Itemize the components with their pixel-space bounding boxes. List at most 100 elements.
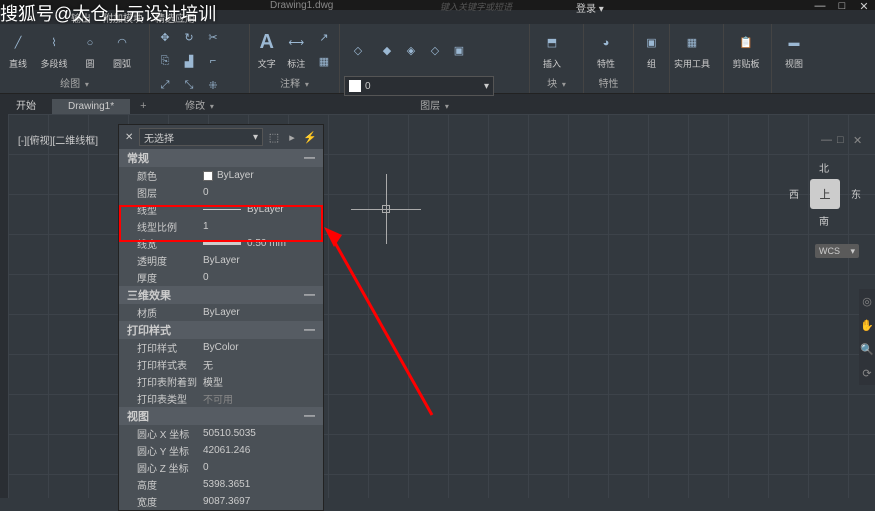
section-3d[interactable]: 三维效果— xyxy=(119,286,323,304)
tool-polyline[interactable]: ⌇多段线 xyxy=(36,26,72,74)
polyline-icon: ⌇ xyxy=(42,31,66,55)
stretch-icon[interactable]: ⤢ xyxy=(154,74,176,96)
prop-material[interactable]: 材质ByLayer xyxy=(119,304,323,321)
document-title: Drawing1.dwg xyxy=(270,0,333,11)
viewcube-west[interactable]: 西 xyxy=(789,186,799,201)
tool-arc[interactable]: ◠圆弧 xyxy=(108,26,136,74)
tool-group[interactable]: ▣组 xyxy=(638,26,665,74)
zoom-icon[interactable]: 🔍 xyxy=(859,337,875,361)
ribbon: ╱直线 ⌇多段线 ○圆 ◠圆弧 绘图 ▾ ✥ ↻ ✂ ⎘ ▟ ⌐ ⤢ ⤡ ⁜ 修… xyxy=(0,24,875,94)
navigation-bar: ◎ ✋ 🔍 ⟳ xyxy=(859,289,875,385)
layer-icon-3[interactable]: ◇ xyxy=(424,39,446,61)
viewport-label[interactable]: [-][俯视][二维线框] xyxy=(18,132,98,147)
move-icon[interactable]: ✥ xyxy=(154,26,176,48)
close-button[interactable]: ✕ xyxy=(853,0,875,12)
tool-utilities[interactable]: ▦实用工具 xyxy=(674,26,710,74)
prop-centerx[interactable]: 圆心 X 坐标50510.5035 xyxy=(119,425,323,442)
dimension-icon: ⟷ xyxy=(284,31,308,55)
viewcube[interactable]: 北 南 西 东 上 xyxy=(795,164,855,224)
prop-width[interactable]: 宽度9087.3697 xyxy=(119,493,323,510)
viewport-controls: — □ ✕ xyxy=(821,134,865,146)
search-hint[interactable]: 键入关键字或短语 xyxy=(440,0,512,13)
leader-icon[interactable]: ↗ xyxy=(313,26,335,48)
layer-combo[interactable]: 0 ▾ xyxy=(344,76,494,96)
circle-icon: ○ xyxy=(78,31,102,55)
tool-dimension[interactable]: ⟷标注 xyxy=(284,26,310,74)
viewcube-top[interactable]: 上 xyxy=(810,179,840,209)
line-icon: ╱ xyxy=(6,31,30,55)
palette-strip[interactable] xyxy=(0,114,8,498)
layer-props-icon: ◇ xyxy=(346,38,370,62)
watermark-text: 搜狐号@太仓上元设计培训 xyxy=(0,0,216,26)
tab-drawing[interactable]: Drawing1* xyxy=(52,99,130,114)
prop-centery[interactable]: 圆心 Y 坐标42061.246 xyxy=(119,442,323,459)
array-icon[interactable]: ⁜ xyxy=(202,74,224,96)
tool-line[interactable]: ╱直线 xyxy=(4,26,32,74)
tool-circle[interactable]: ○圆 xyxy=(76,26,104,74)
prop-color[interactable]: 颜色ByLayer xyxy=(119,167,323,184)
prop-thickness[interactable]: 厚度0 xyxy=(119,269,323,286)
close-viewport-icon[interactable]: ✕ xyxy=(853,134,865,146)
section-general[interactable]: 常规— xyxy=(119,149,323,167)
minimize-viewport-icon[interactable]: — xyxy=(821,134,833,146)
prop-lineweight[interactable]: 线宽0.50 mm xyxy=(119,235,323,252)
properties-palette: ✕ 无选择▾ ⬚ ▸ ⚡ 常规— 颜色ByLayer 图层0 线型ByLayer… xyxy=(118,124,324,511)
clipboard-icon: 📋 xyxy=(734,31,758,55)
prop-plottable[interactable]: 打印样式表无 xyxy=(119,356,323,373)
selection-combo[interactable]: 无选择▾ xyxy=(139,128,263,146)
arc-icon: ◠ xyxy=(110,31,134,55)
table-icon[interactable]: ▦ xyxy=(313,50,335,72)
viewcube-north[interactable]: 北 xyxy=(819,160,829,175)
properties-icon: ◕ xyxy=(594,31,618,55)
palette-close-icon[interactable]: ✕ xyxy=(125,132,135,143)
palette-select-icon[interactable]: ▸ xyxy=(285,130,299,144)
scale-icon[interactable]: ⤡ xyxy=(178,74,200,96)
minimize-button[interactable]: — xyxy=(809,0,831,12)
orbit-icon[interactable]: ⟳ xyxy=(859,361,875,385)
copy-icon[interactable]: ⎘ xyxy=(154,50,176,72)
nav-wheel-icon[interactable]: ◎ xyxy=(859,289,875,313)
tab-new[interactable]: + xyxy=(130,98,156,114)
view-icon: ▬ xyxy=(782,31,806,55)
palette-toggle-icon[interactable]: ⬚ xyxy=(267,130,281,144)
tool-properties[interactable]: ◕特性 xyxy=(588,26,624,74)
maximize-viewport-icon[interactable]: □ xyxy=(837,134,849,146)
text-icon: A xyxy=(255,31,279,55)
fillet-icon[interactable]: ⌐ xyxy=(202,50,224,72)
tab-start[interactable]: 开始 xyxy=(0,95,52,114)
tool-text[interactable]: A文字 xyxy=(254,26,280,74)
prop-centerz[interactable]: 圆心 Z 坐标0 xyxy=(119,459,323,476)
layer-icon-4[interactable]: ▣ xyxy=(448,39,470,61)
maximize-button[interactable]: □ xyxy=(831,0,853,12)
insert-icon: ⬒ xyxy=(540,31,564,55)
prop-ltscale[interactable]: 线型比例1 xyxy=(119,218,323,235)
pan-icon[interactable]: ✋ xyxy=(859,313,875,337)
prop-transparency[interactable]: 透明度ByLayer xyxy=(119,252,323,269)
section-print[interactable]: 打印样式— xyxy=(119,321,323,339)
layer-color-swatch xyxy=(349,80,361,92)
layer-icon-1[interactable]: ◆ xyxy=(376,39,398,61)
rotate-icon[interactable]: ↻ xyxy=(178,26,200,48)
tool-view[interactable]: ▬视图 xyxy=(776,26,812,74)
palette-quick-icon[interactable]: ⚡ xyxy=(303,130,317,144)
workspace: [-][俯视][二维线框] — □ ✕ 北 南 西 东 上 WCS▾ ◎ ✋ 🔍… xyxy=(0,114,875,498)
prop-height[interactable]: 高度5398.3651 xyxy=(119,476,323,493)
prop-plottype[interactable]: 打印表类型不可用 xyxy=(119,390,323,407)
viewcube-east[interactable]: 东 xyxy=(851,186,861,201)
prop-plotattach[interactable]: 打印表附着到模型 xyxy=(119,373,323,390)
trim-icon[interactable]: ✂ xyxy=(202,26,224,48)
prop-linetype[interactable]: 线型ByLayer xyxy=(119,201,323,218)
layer-icon-2[interactable]: ◈ xyxy=(400,39,422,61)
utilities-icon: ▦ xyxy=(680,31,704,55)
login-link[interactable]: 登录 ▾ xyxy=(576,0,604,15)
tool-clipboard[interactable]: 📋剪贴板 xyxy=(728,26,764,74)
viewcube-south[interactable]: 南 xyxy=(819,213,829,228)
section-view[interactable]: 视图— xyxy=(119,407,323,425)
prop-layer[interactable]: 图层0 xyxy=(119,184,323,201)
tool-layer-props[interactable]: ◇ xyxy=(344,26,372,74)
wcs-badge[interactable]: WCS▾ xyxy=(815,244,859,258)
prop-plotstyle[interactable]: 打印样式ByColor xyxy=(119,339,323,356)
mirror-icon[interactable]: ▟ xyxy=(178,50,200,72)
tool-insert[interactable]: ⬒插入 xyxy=(534,26,570,74)
group-icon: ▣ xyxy=(640,31,664,55)
